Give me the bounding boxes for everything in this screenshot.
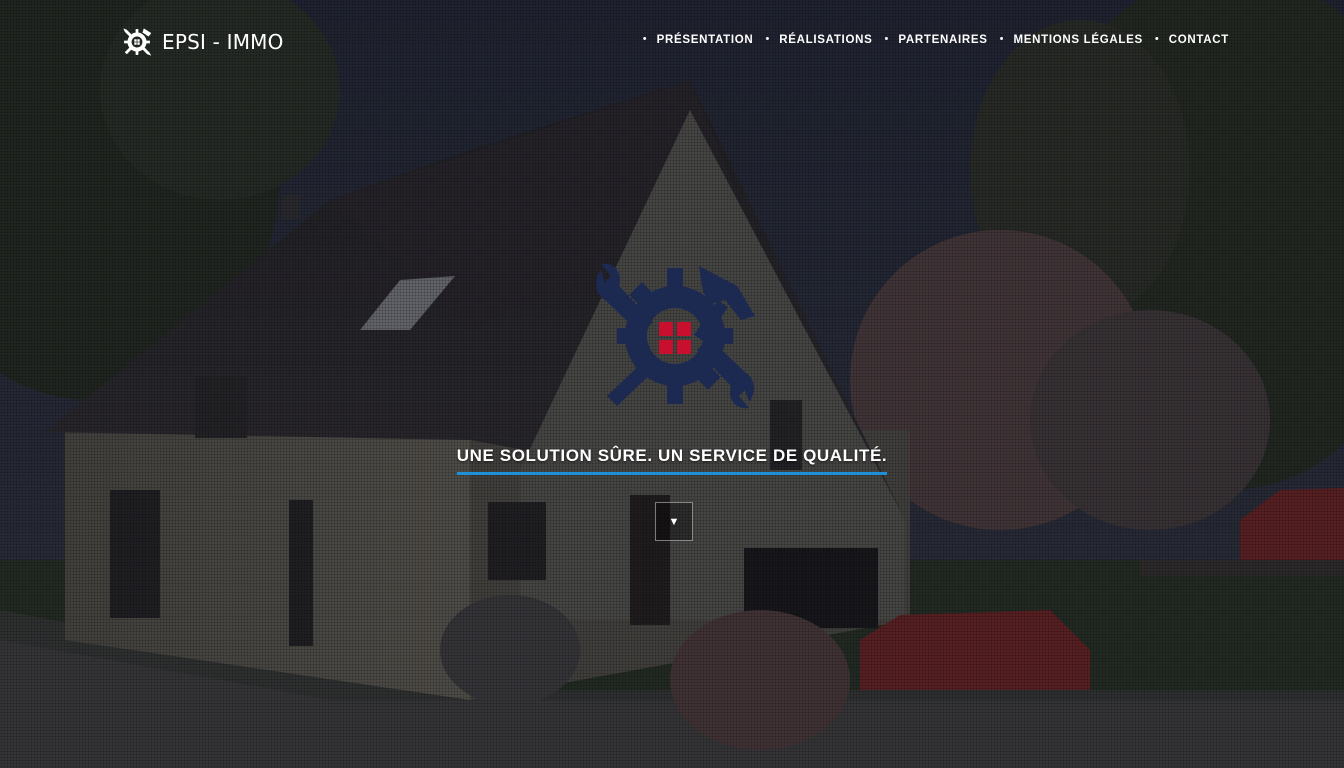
gear-wrench-hammer-logo-icon — [123, 28, 152, 56]
nav-item-contact: • CONTACT — [1143, 33, 1229, 46]
scroll-down-button[interactable]: ▼ — [655, 502, 693, 541]
nav-bullet: • — [765, 33, 770, 45]
nav-link-presentation[interactable]: PRÉSENTATION — [657, 34, 754, 46]
brand-name: EPSI - IMMO — [162, 30, 284, 54]
nav-item-realisations: • RÉALISATIONS — [753, 33, 872, 46]
hero-tagline-container: UNE SOLUTION SÛRE. UN SERVICE DE QUALITÉ… — [0, 446, 1344, 475]
triangle-down-icon: ▼ — [668, 515, 680, 528]
nav-item-partenaires: • PARTENAIRES — [872, 33, 987, 46]
brand-home-link[interactable]: EPSI - IMMO — [120, 24, 284, 60]
main-nav-menu: • PRÉSENTATION • RÉALISATIONS • PARTENAI… — [643, 32, 1229, 48]
hero-logo — [587, 246, 763, 426]
nav-link-contact[interactable]: CONTACT — [1169, 34, 1229, 46]
nav-bullet: • — [642, 33, 647, 45]
nav-item-presentation: • PRÉSENTATION — [642, 33, 754, 46]
gear-wrench-hammer-logo-icon — [596, 263, 755, 409]
nav-link-realisations[interactable]: RÉALISATIONS — [779, 34, 872, 46]
nav-link-partenaires[interactable]: PARTENAIRES — [898, 34, 987, 46]
nav-bullet: • — [1154, 33, 1159, 45]
nav-item-mentions-legales: • MENTIONS LÉGALES — [988, 33, 1143, 46]
nav-bullet: • — [999, 33, 1004, 45]
nav-bullet: • — [884, 33, 889, 45]
nav-link-mentions-legales[interactable]: MENTIONS LÉGALES — [1013, 34, 1142, 46]
hero-tagline: UNE SOLUTION SÛRE. UN SERVICE DE QUALITÉ… — [456, 446, 888, 475]
top-navbar: EPSI - IMMO • PRÉSENTATION • RÉALISATION… — [0, 0, 1344, 84]
